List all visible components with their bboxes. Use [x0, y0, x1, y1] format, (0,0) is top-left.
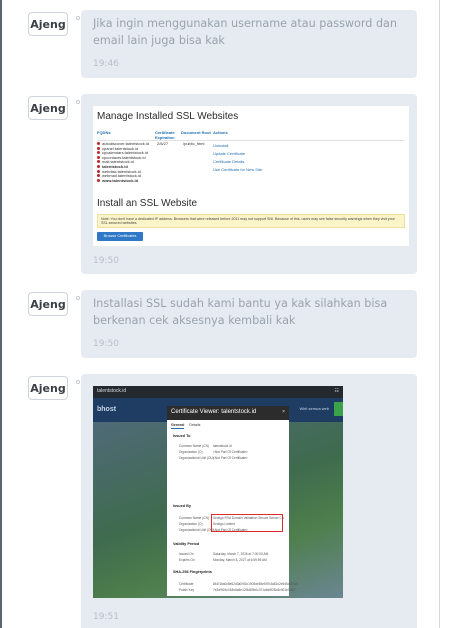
- issuer-highlight-box: [211, 514, 283, 532]
- issued-by-heading: Issued By: [173, 504, 191, 508]
- cert-field: Common Name (CN) Sectigo RSA Domain Valid…: [179, 516, 284, 520]
- certificate-viewer-tabs: General Details: [171, 423, 201, 429]
- site-nav-button: [334, 402, 343, 416]
- ssl-manage-title: Manage Installed SSL Websites: [97, 111, 239, 122]
- message-tail-icon: [76, 16, 80, 20]
- sender-avatar[interactable]: Ajeng: [28, 96, 68, 120]
- ssl-expiration-value: 2/6/27: [157, 141, 169, 146]
- certificate-viewer-title: Certificate Viewer: talentstock.id: [171, 409, 257, 415]
- cert-field: Issued On Saturday, March 7, 2026 at 7:00…: [179, 552, 269, 556]
- message-text: Installasi SSL sudah kami bantu ya kak s…: [93, 297, 388, 327]
- right-edge-divider: [439, 0, 440, 628]
- browser-menu-icon: ☷: [334, 388, 339, 394]
- lock-icon: [97, 169, 100, 173]
- browser-tab-title: talentstock.id: [97, 388, 127, 394]
- message-time: 19:51: [93, 612, 119, 622]
- message-tail-icon: [76, 380, 80, 384]
- ssl-col-fqdn: FQDNs: [97, 130, 111, 135]
- tab-details: Details: [189, 423, 201, 427]
- ssl-action-link: Use Certificate for New Site: [213, 167, 263, 172]
- chat-image-bubble[interactable]: talentstock.id ☷ bhost Wirit semua web C…: [81, 374, 417, 628]
- ssl-actions-list: Uninstall Update Certificate Certificate…: [213, 142, 262, 174]
- message-tail-icon: [76, 296, 80, 300]
- ssl-col-expiration: Certificate Expiration: [155, 130, 175, 140]
- certificate-viewer-screenshot-image[interactable]: talentstock.id ☷ bhost Wirit semua web C…: [93, 386, 343, 598]
- message-tail-icon: [76, 100, 80, 104]
- message-time: 19:50: [93, 339, 119, 349]
- left-edge-divider: [0, 0, 2, 628]
- cert-field: Organizational Unit (OU) <Not Part Of Cer…: [179, 456, 248, 460]
- chat-message-bubble[interactable]: Installasi SSL sudah kami bantu ya kak s…: [81, 290, 417, 358]
- ssl-col-docroot: Document Root: [181, 130, 211, 135]
- lock-icon: [97, 142, 100, 145]
- ssl-action-link: Certificate Details: [213, 159, 245, 164]
- validity-heading: Validity Period: [173, 542, 200, 546]
- ssl-action-link: Uninstall: [213, 143, 229, 148]
- close-icon: ×: [282, 409, 285, 415]
- ssl-install-title: Install an SSL Website: [97, 198, 198, 209]
- lock-icon: [97, 178, 100, 182]
- chat-image-bubble[interactable]: Manage Installed SSL Websites FQDNs Cert…: [81, 94, 417, 274]
- chat-message-bubble[interactable]: Jika ingin menggunakan username atau pas…: [81, 10, 417, 78]
- cert-field: Organizational Unit (OU) <Not Part Of Cer…: [179, 528, 248, 532]
- lock-icon: [97, 160, 100, 164]
- cert-field: Organization (O) Sectigo Limited: [179, 522, 235, 526]
- browser-tab-bar: talentstock.id ☷: [93, 386, 343, 398]
- message-text: Jika ingin menggunakan username atau pas…: [93, 17, 398, 47]
- fingerprints-heading: SHA-256 Fingerprints: [173, 570, 212, 574]
- lock-icon: [97, 155, 100, 159]
- site-nav-text: Wirit semua web: [299, 406, 329, 411]
- message-time: 19:50: [93, 256, 119, 266]
- sender-avatar[interactable]: Ajeng: [28, 292, 68, 316]
- ssl-domain-list: autodiscover.talentstock.id cpanel.talen…: [97, 141, 149, 184]
- issued-to-heading: Issued To: [173, 434, 191, 438]
- ssl-sni-note: Note: You don't have a dedicated IP addr…: [97, 214, 405, 228]
- lock-icon: [97, 146, 100, 150]
- sender-avatar[interactable]: Ajeng: [28, 12, 68, 36]
- sender-avatar[interactable]: Ajeng: [28, 376, 68, 400]
- browse-certificates-button: Browse Certificates: [97, 232, 143, 241]
- cert-field: Public Key 7e3d9f24c018b6a5e12f4d89b0c371…: [179, 588, 295, 592]
- tab-general: General: [171, 423, 185, 429]
- ssl-col-actions: Actions: [213, 130, 228, 135]
- lock-icon: [97, 174, 100, 178]
- cert-field: Certificate 8b1f16a0c8e62d3a09f2c1905de84…: [179, 582, 298, 586]
- message-time: 19:46: [93, 59, 119, 69]
- lock-icon: [97, 164, 100, 168]
- site-brand: bhost: [97, 406, 117, 413]
- certificate-viewer-dialog: Certificate Viewer: talentstock.id × Gen…: [167, 406, 298, 596]
- ssl-action-link: Update Certificate: [213, 151, 246, 156]
- ssl-docroot-value: /public_html: [183, 141, 205, 146]
- certificate-viewer-header: Certificate Viewer: talentstock.id ×: [167, 406, 289, 420]
- cert-field: Expires On Monday, March 8, 2027 at 6:59:…: [179, 558, 267, 562]
- cert-field: Organization (O) <Not Part Of Certificate…: [179, 450, 248, 454]
- ssl-domain: www.talentstock.id: [97, 178, 149, 184]
- cert-field: Common Name (CN) talentstock.id: [179, 444, 232, 448]
- lock-icon: [97, 151, 100, 155]
- ssl-screenshot-image[interactable]: Manage Installed SSL Websites FQDNs Cert…: [93, 106, 409, 246]
